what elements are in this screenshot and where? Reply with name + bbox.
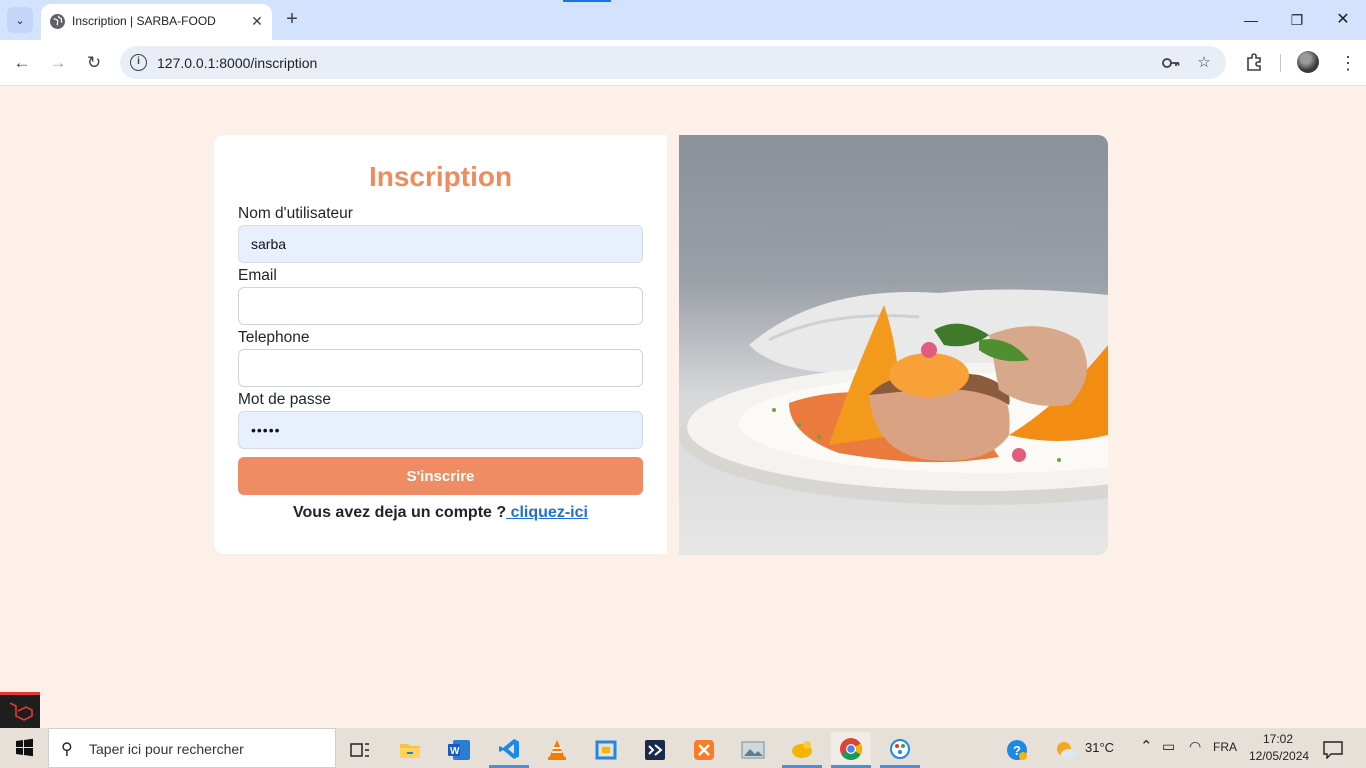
file-explorer-icon[interactable]: [390, 732, 430, 768]
battery-icon[interactable]: ▭: [1162, 738, 1175, 755]
url-text[interactable]: 127.0.0.1:8000/inscription: [157, 55, 317, 71]
search-placeholder: Taper ici pour rechercher: [89, 741, 244, 757]
tab-group-indicator: [563, 0, 611, 2]
window-close-icon[interactable]: ✕: [1327, 6, 1359, 34]
food-image: [679, 135, 1108, 555]
restore-icon[interactable]: ❐: [1281, 6, 1313, 34]
taskbar-search[interactable]: ⚲ Taper ici pour rechercher: [48, 728, 336, 768]
wifi-icon[interactable]: ◠: [1189, 738, 1201, 755]
info-icon[interactable]: i: [130, 54, 147, 71]
page-title: Inscription: [368, 161, 513, 192]
register-button[interactable]: S'inscrire: [238, 457, 643, 495]
clock-date[interactable]: 12/05/2024: [1249, 749, 1309, 763]
extensions-icon[interactable]: [1244, 53, 1264, 73]
visual-studio-icon[interactable]: [635, 732, 675, 768]
vlc-icon[interactable]: [537, 732, 577, 768]
tab-title: Inscription | SARBA-FOOD: [72, 14, 216, 28]
weather-text[interactable]: 31°C: [1085, 740, 1114, 755]
login-prompt-text: Vous avez deja un compte ?: [293, 504, 507, 521]
task-view-icon[interactable]: [340, 732, 380, 768]
dbeaver-icon[interactable]: [782, 732, 822, 768]
reload-icon[interactable]: ↻: [80, 49, 108, 77]
browser-tab-bar: ⌄ Inscription | SARBA-FOOD ✕ + — ❐ ✕: [0, 0, 1366, 40]
minimize-icon[interactable]: —: [1235, 6, 1267, 34]
virtualbox-icon[interactable]: [586, 732, 626, 768]
password-label: Mot de passe: [238, 391, 332, 408]
address-bar[interactable]: i 127.0.0.1:8000/inscription ☆: [120, 46, 1226, 79]
chrome-icon[interactable]: [831, 732, 871, 768]
photos-icon[interactable]: [733, 732, 773, 768]
language-indicator[interactable]: FRA: [1213, 740, 1237, 754]
vscode-icon[interactable]: [489, 732, 529, 768]
profile-avatar[interactable]: [1297, 51, 1319, 73]
tab-list-icon[interactable]: ⌄: [7, 7, 33, 33]
browser-tab-active[interactable]: Inscription | SARBA-FOOD ✕: [41, 4, 272, 40]
back-arrow-icon[interactable]: ←: [8, 49, 36, 77]
paint-icon[interactable]: [880, 732, 920, 768]
browser-toolbar: ← → ↻ i 127.0.0.1:8000/inscription ☆ ⋮: [0, 40, 1366, 86]
login-prompt: Vous avez deja un compte ? cliquez-ici: [214, 504, 667, 522]
svg-text:W: W: [450, 746, 460, 757]
search-icon: ⚲: [61, 741, 73, 758]
forward-arrow-icon[interactable]: →: [44, 49, 72, 77]
kebab-menu-icon[interactable]: ⋮: [1338, 53, 1358, 73]
password-input[interactable]: [238, 411, 643, 449]
notifications-icon[interactable]: [1313, 732, 1353, 768]
email-label: Email: [238, 267, 277, 284]
globe-icon: [50, 14, 65, 29]
registration-card: Inscription Nom d'utilisateur Email Tele…: [214, 135, 667, 554]
laravel-debugbar-icon[interactable]: [0, 692, 40, 728]
plus-icon[interactable]: +: [280, 8, 304, 32]
toolbar-divider: [1280, 54, 1281, 72]
login-link[interactable]: cliquez-ici: [506, 504, 588, 521]
username-label: Nom d'utilisateur: [238, 205, 353, 222]
clock-time[interactable]: 17:02: [1263, 732, 1293, 746]
chevron-up-icon[interactable]: ⌃: [1140, 737, 1153, 755]
weather-icon[interactable]: [1046, 732, 1086, 768]
close-icon[interactable]: ✕: [247, 11, 267, 31]
help-icon[interactable]: ?: [997, 732, 1037, 768]
key-icon[interactable]: [1161, 53, 1181, 73]
phone-label: Telephone: [238, 329, 310, 346]
phone-input[interactable]: [238, 349, 643, 387]
word-icon[interactable]: W: [439, 732, 479, 768]
windows-start-icon[interactable]: [0, 728, 48, 768]
star-icon[interactable]: ☆: [1194, 53, 1214, 73]
windows-taskbar: ⚲ Taper ici pour rechercher W ? 31°C ⌃ ▭…: [0, 728, 1366, 768]
username-input[interactable]: [238, 225, 643, 263]
xampp-icon[interactable]: [684, 732, 724, 768]
email-input[interactable]: [238, 287, 643, 325]
